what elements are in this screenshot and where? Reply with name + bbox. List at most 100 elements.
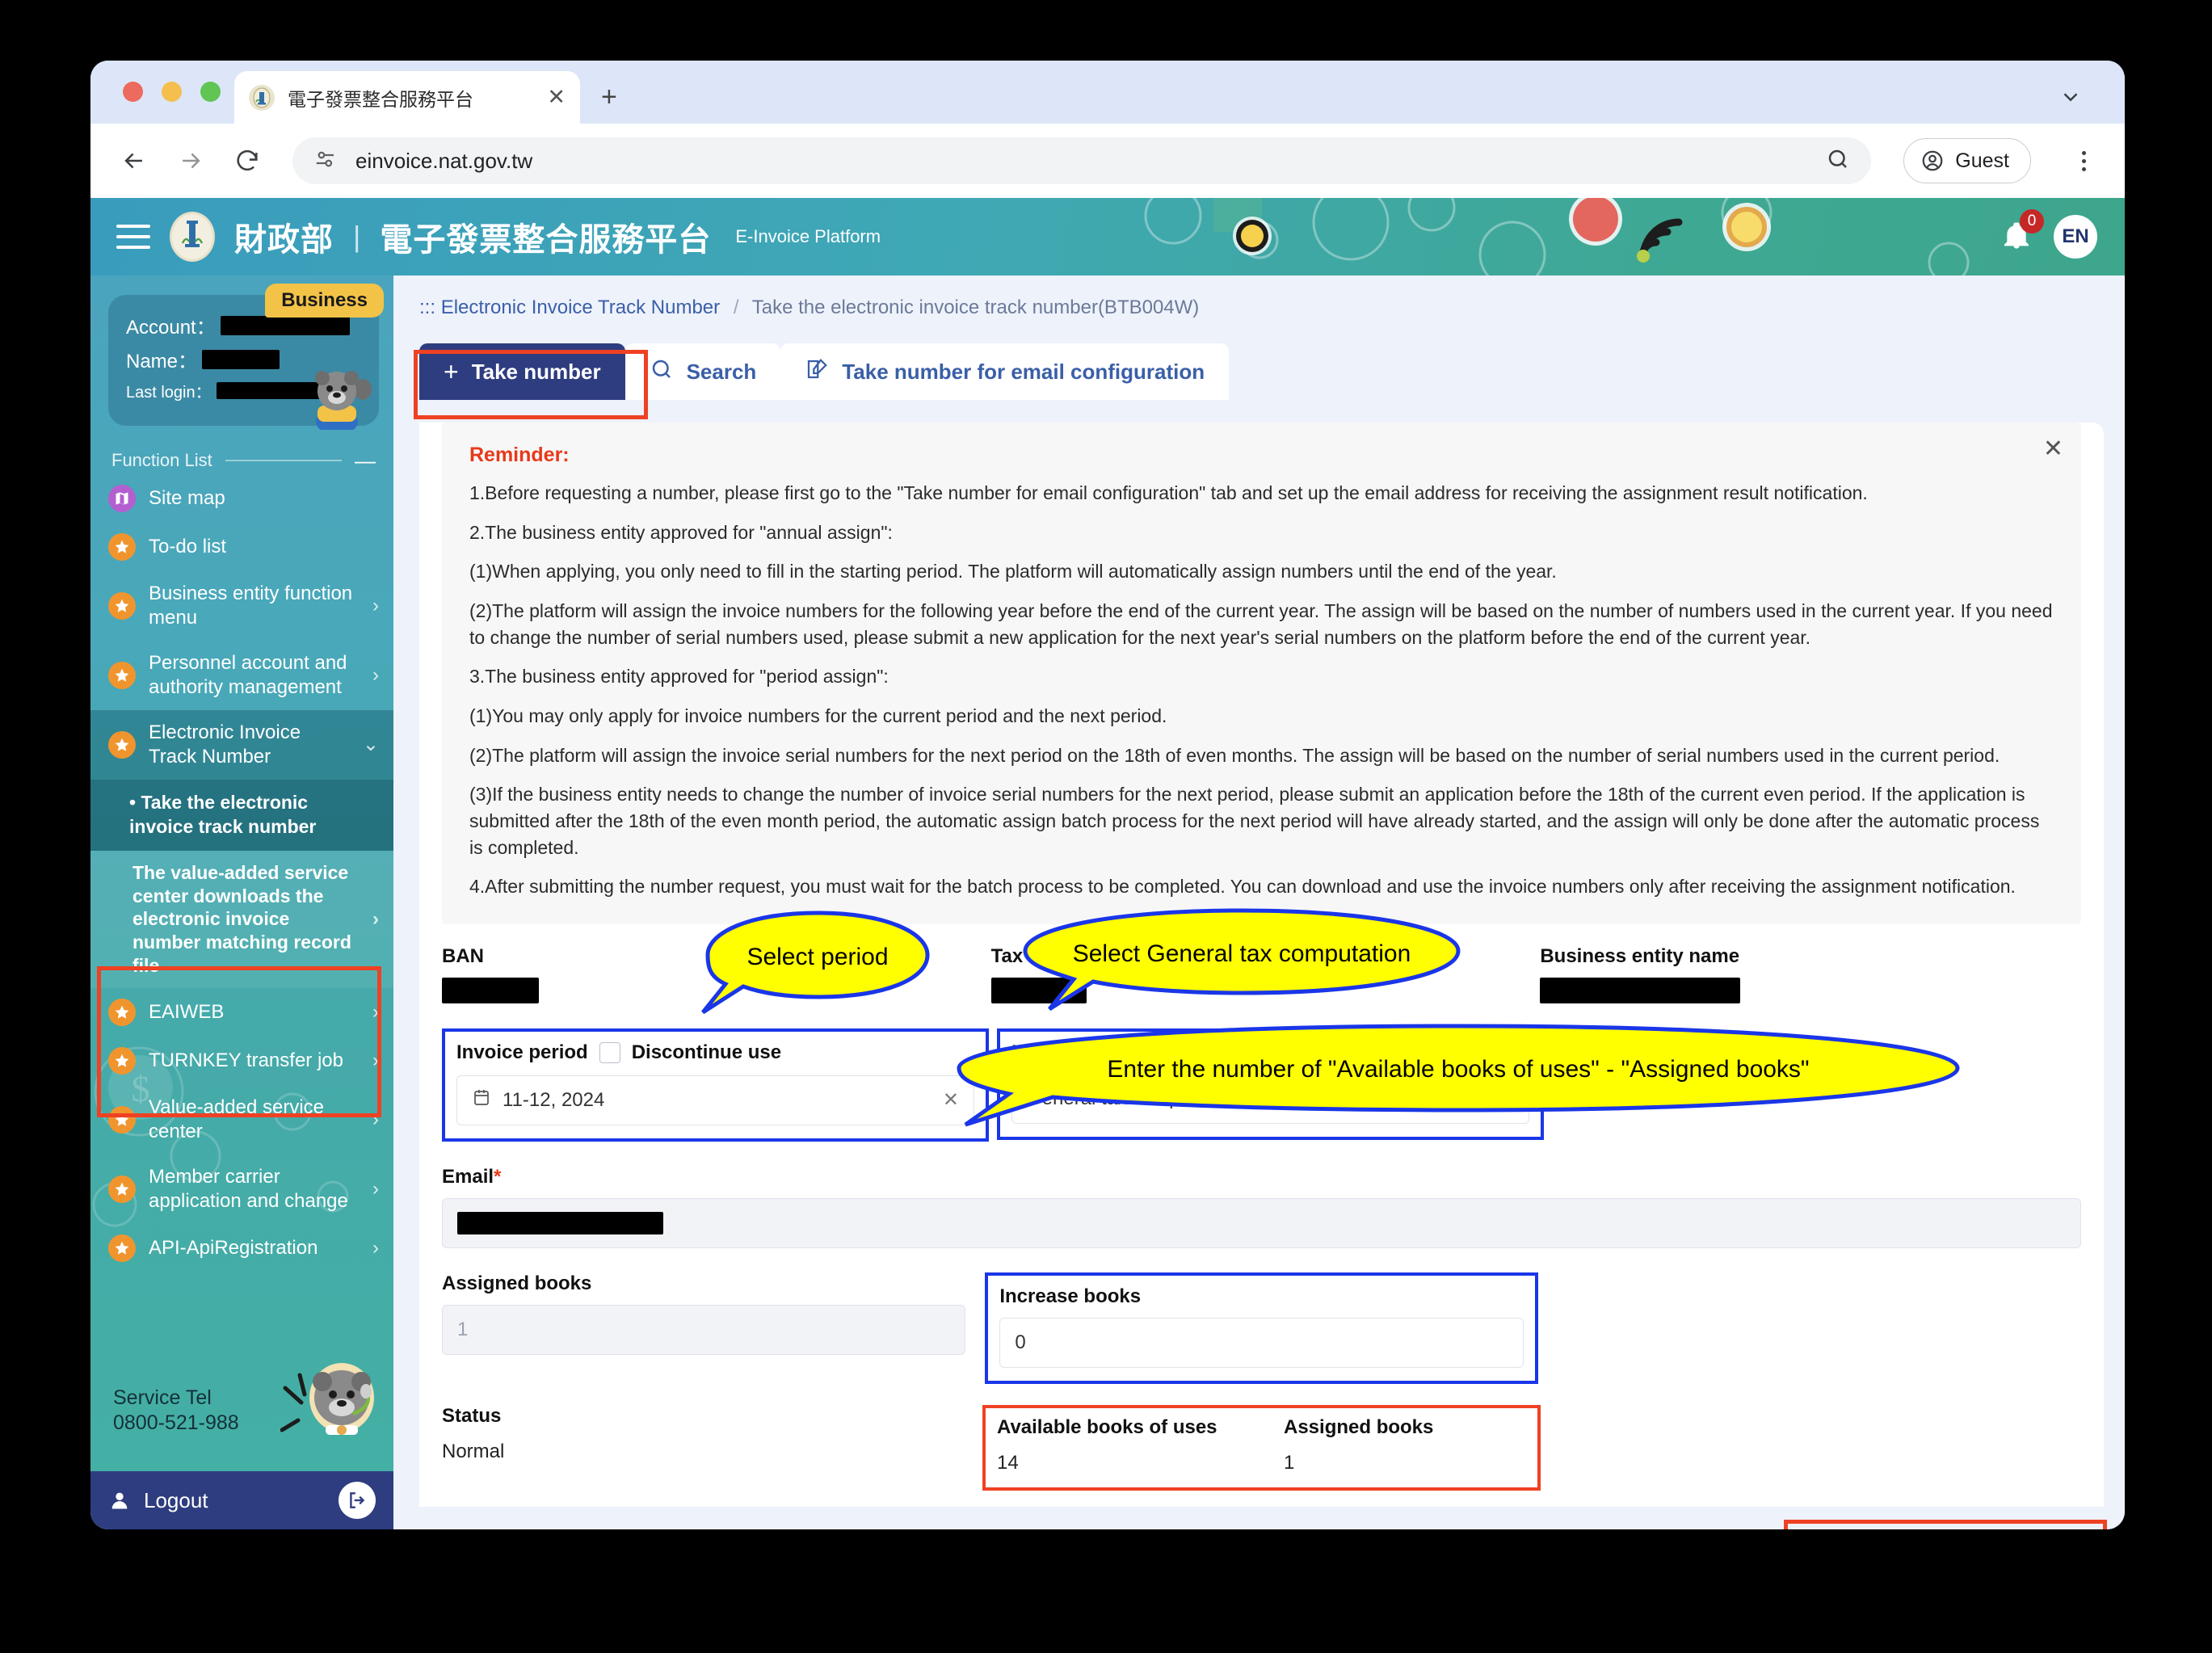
- search-icon: [650, 357, 674, 387]
- reminder-line: (1)You may only apply for invoice number…: [469, 705, 1167, 726]
- chevron-right-icon: ›: [372, 1000, 379, 1023]
- search-icon[interactable]: [1826, 147, 1850, 175]
- sidebar-subitem-value-added-service-center-download[interactable]: The value-added service center downloads…: [90, 850, 393, 988]
- sidebar-item-value-added-service-center[interactable]: Value-added service center ›: [90, 1085, 393, 1155]
- status-value: Normal: [442, 1440, 505, 1462]
- chevron-down-icon: ⌄: [362, 734, 379, 755]
- ban-value-redacted: [442, 977, 539, 1003]
- reminder-line: (2)The platform will assign the invoice …: [469, 744, 2000, 766]
- tab-search[interactable]: Search: [624, 343, 781, 400]
- header-actions: 0 EN: [2000, 208, 2125, 259]
- close-tab-icon[interactable]: ✕: [547, 86, 566, 108]
- sidebar-item-turnkey-transfer-job[interactable]: TURNKEY transfer job ›: [90, 1037, 393, 1085]
- site-settings-icon[interactable]: [313, 147, 338, 175]
- discontinue-use-checkbox[interactable]: [599, 1041, 620, 1063]
- breadcrumb-root-link[interactable]: Electronic Invoice Track Number: [441, 297, 720, 318]
- map-icon: [108, 485, 136, 512]
- discontinue-use-label: Discontinue use: [631, 1041, 782, 1063]
- browser-tab-title: 電子發票整合服務平台: [288, 88, 473, 110]
- sidebar-item-label: Value-added service center: [149, 1096, 325, 1142]
- available-books-label: Available books of uses: [997, 1415, 1217, 1438]
- invoice-period-input[interactable]: 11-12, 2024 ✕: [456, 1075, 974, 1125]
- user-card: Business Account： Name： Last login：: [108, 284, 384, 435]
- sidebar-item-electronic-invoice-track-number[interactable]: Electronic Invoice Track Number ⌄: [90, 710, 393, 780]
- plus-icon: +: [444, 356, 459, 386]
- invoice-category-label: Invoice category: [1011, 1041, 1165, 1063]
- name-label: Name：: [126, 351, 198, 372]
- tab-take-number-for-email-configuration[interactable]: Take number for email configuration: [780, 343, 1230, 400]
- tab-take-number[interactable]: + Take number: [419, 343, 625, 400]
- edit-icon: [805, 357, 829, 387]
- service-tel-block: Service Tel 0800-521-988: [113, 1386, 239, 1436]
- chevron-down-icon[interactable]: [2059, 85, 2083, 113]
- browser-tabstrip: 電子發票整合服務平台 ✕ +: [90, 61, 2125, 124]
- breadcrumb: ::: Electronic Invoice Track Number / Ta…: [393, 276, 2125, 319]
- brand-title-cn: 財政部: [234, 222, 334, 258]
- name-value-redacted: [202, 349, 280, 369]
- increase-books-group: Increase books 0: [985, 1272, 1538, 1384]
- star-icon: [108, 1105, 136, 1134]
- account-label: Account：: [126, 317, 216, 339]
- new-tab-button[interactable]: +: [601, 83, 617, 111]
- increase-books-label: Increase books: [999, 1285, 1142, 1307]
- tax-id-field: Tax ID number: [990, 945, 1533, 1007]
- increase-books-value: 0: [1015, 1331, 1026, 1353]
- language-switch-button[interactable]: EN: [2054, 215, 2097, 259]
- minimize-window-button[interactable]: [162, 82, 182, 102]
- star-icon: [108, 1234, 136, 1262]
- browser-menu-button[interactable]: [2070, 150, 2097, 171]
- books-summary-group: Available books of uses 14 Assigned book…: [982, 1404, 1541, 1491]
- close-icon[interactable]: ✕: [2043, 437, 2063, 461]
- email-input[interactable]: [442, 1197, 2081, 1248]
- sidebar-item-api-apiregistration[interactable]: API-ApiRegistration ›: [90, 1224, 393, 1272]
- logout-button[interactable]: Logout: [90, 1471, 393, 1529]
- star-icon: [108, 662, 136, 689]
- logout-arrow-icon[interactable]: [339, 1482, 376, 1519]
- star-icon: [108, 998, 136, 1026]
- available-books-value: 14: [997, 1451, 1019, 1474]
- notifications-button[interactable]: 0: [2000, 208, 2044, 255]
- sidebar-subitem-take-the-electronic-invoice-track-number[interactable]: • Take the electronic invoice track numb…: [90, 780, 393, 851]
- assigned-books-value: 1: [457, 1318, 469, 1340]
- back-button[interactable]: [118, 145, 150, 177]
- sidebar-item-site-map[interactable]: Site map: [90, 474, 393, 523]
- breadcrumb-current: Take the electronic invoice track number…: [751, 297, 1200, 318]
- assign-number-note-group: Assign number note Period assign: [1552, 1028, 2081, 1095]
- assigned-books-group: Assigned books 1: [442, 1272, 977, 1355]
- ministry-logo-icon: [170, 212, 215, 262]
- email-group: Email*: [442, 1166, 2081, 1248]
- collapse-icon[interactable]: —: [355, 450, 376, 471]
- sidebar-item-label: Business entity function menu: [149, 583, 353, 629]
- increase-books-input[interactable]: 0: [999, 1317, 1524, 1368]
- reminder-line: 3.The business entity approved for "peri…: [469, 666, 889, 688]
- sidebar-item-eaiweb[interactable]: EAIWEB ›: [90, 988, 393, 1037]
- maximize-window-button[interactable]: [200, 82, 221, 102]
- invoice-period-group: Invoice period Discontinue use 11-12, 20…: [442, 1028, 989, 1142]
- sidebar-item-label: Site map: [149, 487, 225, 509]
- status-group: Status Normal: [442, 1405, 982, 1491]
- function-list-title: Function List: [111, 450, 212, 470]
- mascot-bear-icon: [305, 368, 374, 435]
- address-bar-url: einvoice.nat.gov.tw: [355, 148, 533, 173]
- profile-button[interactable]: Guest: [1903, 138, 2031, 183]
- chevron-right-icon: ›: [372, 1236, 379, 1259]
- sidebar-item-member-carrier-application-and-change[interactable]: Member carrier application and change ›: [90, 1155, 393, 1224]
- star-icon: [108, 592, 136, 620]
- address-bar[interactable]: einvoice.nat.gov.tw: [292, 137, 1872, 184]
- sidebar-item-to-do-list[interactable]: To-do list: [90, 523, 393, 571]
- email-label-row: Email*: [442, 1166, 2081, 1188]
- forward-button[interactable]: [175, 145, 207, 177]
- books-row: Assigned books 1 Increase books 0: [442, 1272, 2081, 1384]
- reload-button[interactable]: [231, 145, 263, 177]
- sidebar-item-business-entity-function-menu[interactable]: Business entity function menu ›: [90, 571, 393, 641]
- close-window-button[interactable]: [123, 82, 143, 102]
- clear-period-icon[interactable]: ✕: [943, 1088, 959, 1112]
- browser-tab[interactable]: 電子發票整合服務平台 ✕: [234, 71, 580, 124]
- menu-toggle-button[interactable]: [116, 225, 150, 249]
- email-value-redacted: [457, 1211, 663, 1234]
- business-badge: Business: [265, 284, 384, 318]
- sidebar-item-personnel-account-and-authority-management[interactable]: Personnel account and authority manageme…: [90, 641, 393, 710]
- reminder-box: ✕ Reminder: 1.Before requesting a number…: [442, 423, 2081, 924]
- account-value-redacted: [220, 315, 350, 335]
- invoice-category-select[interactable]: General tax computation: [1011, 1073, 1529, 1124]
